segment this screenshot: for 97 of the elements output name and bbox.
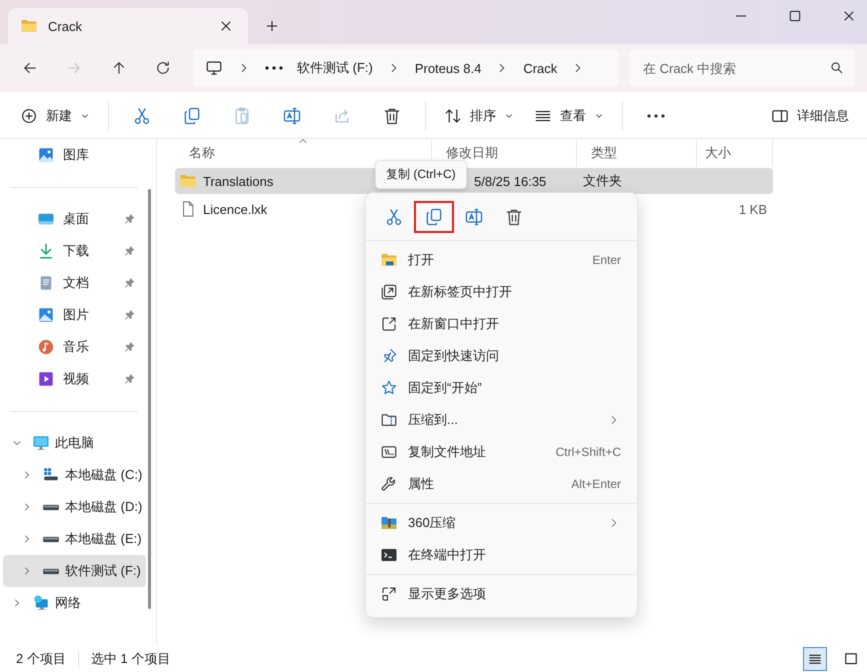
folder-icon <box>179 172 197 190</box>
menu-item[interactable]: 显示更多选项 <box>366 578 637 610</box>
gallery-icon <box>37 146 55 164</box>
pin-icon[interactable] <box>122 244 136 258</box>
pin-icon[interactable] <box>122 372 136 386</box>
file-name: Translations <box>203 174 274 188</box>
address-bar[interactable]: 软件测试 (F:) Proteus 8.4 Crack <box>193 50 619 86</box>
tree-item[interactable]: 网络 <box>3 587 146 619</box>
download-arrow-icon <box>37 242 55 260</box>
column-header[interactable]: 大小 <box>697 139 773 167</box>
pin-icon[interactable] <box>122 308 136 322</box>
menu-item[interactable]: 固定到“开始” <box>366 372 637 404</box>
search-icon <box>828 60 845 76</box>
picture-icon <box>37 306 55 324</box>
expand-icon <box>380 585 398 603</box>
scrollbar[interactable] <box>148 189 151 609</box>
drive-icon <box>42 536 60 542</box>
rename-icon <box>282 106 302 126</box>
rename-icon <box>464 207 484 227</box>
menu-item[interactable]: 压缩到... <box>366 404 637 436</box>
ellipsis-icon[interactable] <box>265 66 283 70</box>
new-button[interactable]: 新建 <box>12 99 98 133</box>
sidebar-item[interactable]: 下载 <box>3 235 146 267</box>
shortcut-hint: Alt+Enter <box>571 477 621 491</box>
trash-icon <box>504 207 524 227</box>
new-window-icon <box>380 315 398 333</box>
details-view-button[interactable] <box>803 646 827 670</box>
shortcut-hint: Enter <box>592 253 621 267</box>
copy-button[interactable] <box>414 201 454 233</box>
maximize-icon[interactable] <box>787 8 803 24</box>
tree-item[interactable]: 软件测试 (F:) <box>3 555 146 587</box>
menu-item[interactable]: 固定到快速访问 <box>366 340 637 372</box>
tab-title: Crack <box>48 18 83 34</box>
zip-folder-icon <box>380 411 398 429</box>
pin-icon[interactable] <box>122 340 136 354</box>
pin-icon[interactable] <box>122 276 136 290</box>
sidebar-item[interactable]: 文档 <box>3 267 146 299</box>
menu-item[interactable]: 属性 Alt+Enter <box>366 468 637 500</box>
file-type: 文件夹 <box>583 172 622 190</box>
breadcrumb-segment[interactable]: 软件测试 (F:) <box>297 59 373 77</box>
network-icon <box>32 594 50 612</box>
window-tab[interactable]: Crack <box>8 8 248 44</box>
menu-item[interactable]: 在新窗口中打开 <box>366 308 637 340</box>
search-field[interactable]: 在 Crack 中搜索 <box>628 50 855 86</box>
menu-item[interactable]: 在终端中打开 <box>366 539 637 571</box>
menu-item[interactable]: 360压缩 <box>366 507 637 539</box>
path-icon <box>380 443 398 461</box>
sidebar-item[interactable]: 图片 <box>3 299 146 331</box>
computer-icon <box>32 434 50 452</box>
tree-item[interactable]: 此电脑 <box>3 427 146 459</box>
music-note-icon <box>37 338 55 356</box>
copy-icon <box>182 106 202 126</box>
details-pane-button[interactable]: 详细信息 <box>763 99 857 133</box>
menu-item[interactable]: 打开 Enter <box>366 244 637 276</box>
sidebar-item[interactable]: 视频 <box>3 363 146 395</box>
tree-item[interactable]: 本地磁盘 (E:) <box>3 523 146 555</box>
file-name: Licence.lxk <box>203 202 268 216</box>
computer-icon <box>205 59 223 77</box>
ellipsis-icon <box>647 114 665 118</box>
column-header[interactable]: 类型 <box>577 139 697 167</box>
pane-icon <box>771 107 789 125</box>
new-tab-icon <box>380 283 398 301</box>
shortcut-hint: Ctrl+Shift+C <box>556 445 621 459</box>
drive-icon <box>42 568 60 574</box>
scissors-icon <box>132 106 152 126</box>
view-button[interactable]: 查看 <box>526 99 612 133</box>
menu-item[interactable]: 在新标签页中打开 <box>366 276 637 308</box>
terminal-icon <box>380 546 398 564</box>
sort-arrows-icon <box>444 107 462 125</box>
file-size: 1 KB <box>738 202 767 216</box>
plus-icon <box>20 107 38 125</box>
pin-icon[interactable] <box>122 212 136 226</box>
folder-icon <box>20 17 38 35</box>
archive-icon <box>380 514 398 532</box>
sort-button[interactable]: 排序 <box>436 99 522 133</box>
folder-icon <box>380 251 398 269</box>
tree-item[interactable]: 本地磁盘 (C:) <box>3 459 146 491</box>
wrench-icon <box>380 475 398 493</box>
copy-icon <box>424 207 444 227</box>
tooltip: 复制 (Ctrl+C) <box>375 160 467 189</box>
selection-count: 选中 1 个项目 <box>90 650 170 668</box>
new-tab-icon[interactable] <box>264 18 280 34</box>
modified-date: 5/8/25 16:35 <box>474 174 546 188</box>
item-count: 2 个项目 <box>16 650 66 668</box>
scissors-icon <box>384 207 404 227</box>
breadcrumb-segment[interactable]: Proteus 8.4 <box>414 60 482 76</box>
video-icon <box>37 370 55 388</box>
breadcrumb-segment[interactable]: Crack <box>523 60 558 76</box>
star-icon <box>380 379 398 397</box>
menu-item[interactable]: 复制文件地址 Ctrl+Shift+C <box>366 436 637 468</box>
tree-item[interactable]: 本地磁盘 (D:) <box>3 491 146 523</box>
sidebar-item[interactable]: 音乐 <box>3 331 146 363</box>
file-row[interactable]: Licence.lxk 1 KB <box>175 196 773 222</box>
sidebar-item[interactable]: 图库 <box>3 139 146 171</box>
drive-icon <box>42 504 60 510</box>
sidebar-item[interactable]: 桌面 <box>3 203 146 235</box>
trash-icon <box>382 106 402 126</box>
